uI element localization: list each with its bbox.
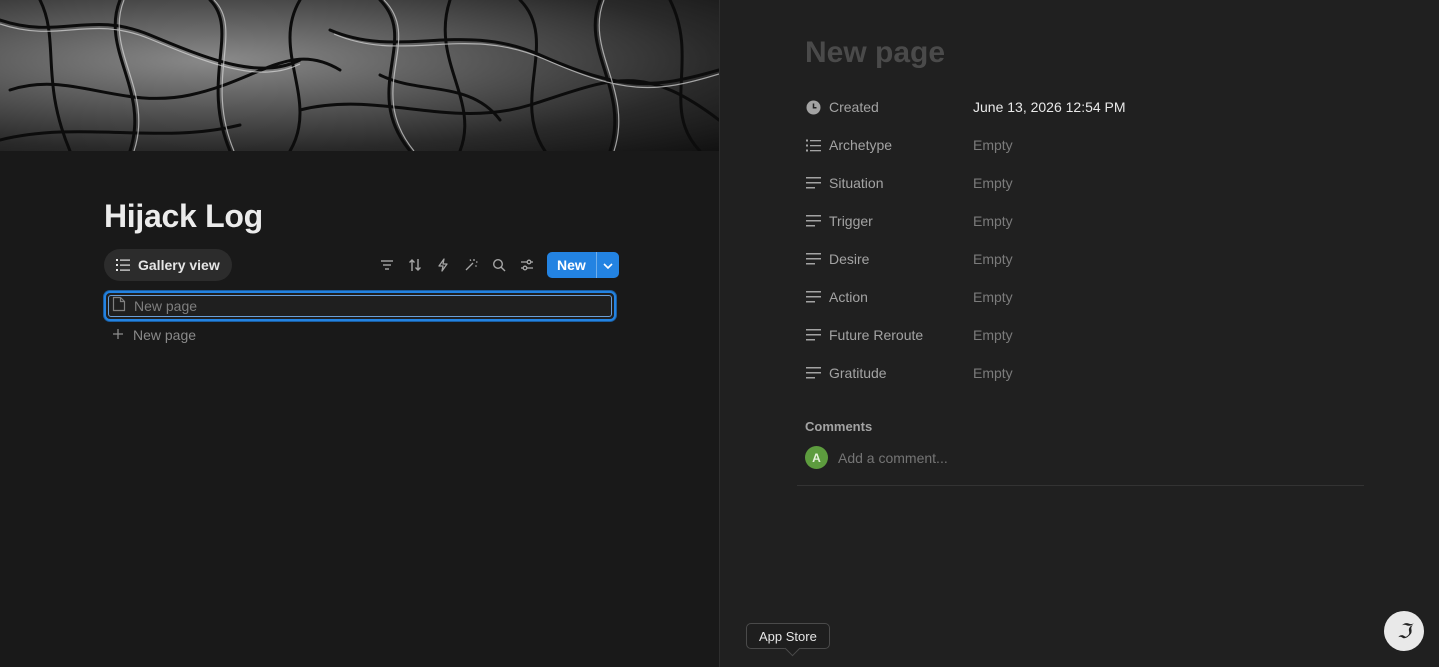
database-pane: Hijack Log Gallery view New New page New… bbox=[0, 0, 719, 667]
new-dropdown-button[interactable] bbox=[595, 252, 619, 278]
app-store-tooltip: App Store bbox=[746, 623, 830, 657]
property-value[interactable]: Empty bbox=[973, 175, 1013, 191]
list-icon bbox=[805, 137, 821, 153]
property-name: Trigger bbox=[829, 213, 873, 229]
tooltip-label: App Store bbox=[759, 628, 817, 644]
chevron-down-icon bbox=[603, 256, 613, 274]
property-created[interactable]: Created June 13, 2026 12:54 PM bbox=[805, 95, 1365, 119]
divider bbox=[797, 485, 1364, 486]
page-title[interactable]: New page bbox=[805, 36, 945, 70]
new-button-group: New bbox=[547, 252, 619, 278]
property-value[interactable]: June 13, 2026 12:54 PM bbox=[973, 99, 1126, 115]
avatar: A bbox=[805, 446, 828, 469]
selected-page-row[interactable]: New page bbox=[104, 291, 616, 321]
document-icon bbox=[112, 296, 126, 317]
comment-input[interactable] bbox=[838, 449, 1238, 466]
sort-icon[interactable] bbox=[401, 252, 429, 278]
filter-icon[interactable] bbox=[373, 252, 401, 278]
gallery-view-tab[interactable]: Gallery view bbox=[104, 249, 232, 281]
add-new-page-label: New page bbox=[133, 327, 197, 343]
property-name: Action bbox=[829, 289, 868, 305]
sparkle-icon[interactable] bbox=[457, 252, 485, 278]
search-icon[interactable] bbox=[485, 252, 513, 278]
text-icon bbox=[805, 213, 821, 229]
text-icon bbox=[805, 327, 821, 343]
list-icon bbox=[116, 258, 130, 272]
property-situation[interactable]: Situation Empty bbox=[805, 171, 1365, 195]
page-title-placeholder[interactable]: New page bbox=[134, 298, 197, 314]
text-icon bbox=[805, 365, 821, 381]
comments-heading: Comments bbox=[805, 419, 873, 434]
help-assistant-button[interactable]: ℑ bbox=[1384, 611, 1424, 651]
property-name: Archetype bbox=[829, 137, 893, 153]
property-action[interactable]: Action Empty bbox=[805, 285, 1365, 309]
property-value[interactable]: Empty bbox=[973, 327, 1013, 343]
property-name: Situation bbox=[829, 175, 884, 191]
view-tab-label: Gallery view bbox=[138, 257, 220, 273]
property-archetype[interactable]: Archetype Empty bbox=[805, 133, 1365, 157]
property-future-reroute[interactable]: Future Reroute Empty bbox=[805, 323, 1365, 347]
property-value[interactable]: Empty bbox=[973, 365, 1013, 381]
property-name: Gratitude bbox=[829, 365, 887, 381]
text-icon bbox=[805, 251, 821, 267]
property-value[interactable]: Empty bbox=[973, 289, 1013, 305]
property-trigger[interactable]: Trigger Empty bbox=[805, 209, 1365, 233]
assistant-face-icon: ℑ bbox=[1397, 619, 1411, 643]
settings-sliders-icon[interactable] bbox=[513, 252, 541, 278]
database-toolbar bbox=[373, 252, 541, 278]
property-value[interactable]: Empty bbox=[973, 213, 1013, 229]
lightning-icon[interactable] bbox=[429, 252, 457, 278]
property-value[interactable]: Empty bbox=[973, 137, 1013, 153]
cracked-glass-graphic bbox=[0, 0, 719, 151]
cover-image bbox=[0, 0, 719, 151]
property-name: Desire bbox=[829, 251, 870, 267]
property-desire[interactable]: Desire Empty bbox=[805, 247, 1365, 271]
database-title[interactable]: Hijack Log bbox=[104, 198, 263, 235]
property-gratitude[interactable]: Gratitude Empty bbox=[805, 361, 1365, 385]
page-peek-pane: New page Created June 13, 2026 12:54 PM … bbox=[719, 0, 1439, 667]
property-name: Created bbox=[829, 99, 879, 115]
property-name: Future Reroute bbox=[829, 327, 924, 343]
new-button[interactable]: New bbox=[547, 252, 596, 278]
property-value[interactable]: Empty bbox=[973, 251, 1013, 267]
add-new-page-button[interactable]: New page bbox=[112, 327, 196, 343]
clock-icon bbox=[805, 99, 821, 115]
comment-composer: A bbox=[805, 446, 1238, 469]
plus-icon bbox=[112, 327, 124, 343]
text-icon bbox=[805, 289, 821, 305]
text-icon bbox=[805, 175, 821, 191]
